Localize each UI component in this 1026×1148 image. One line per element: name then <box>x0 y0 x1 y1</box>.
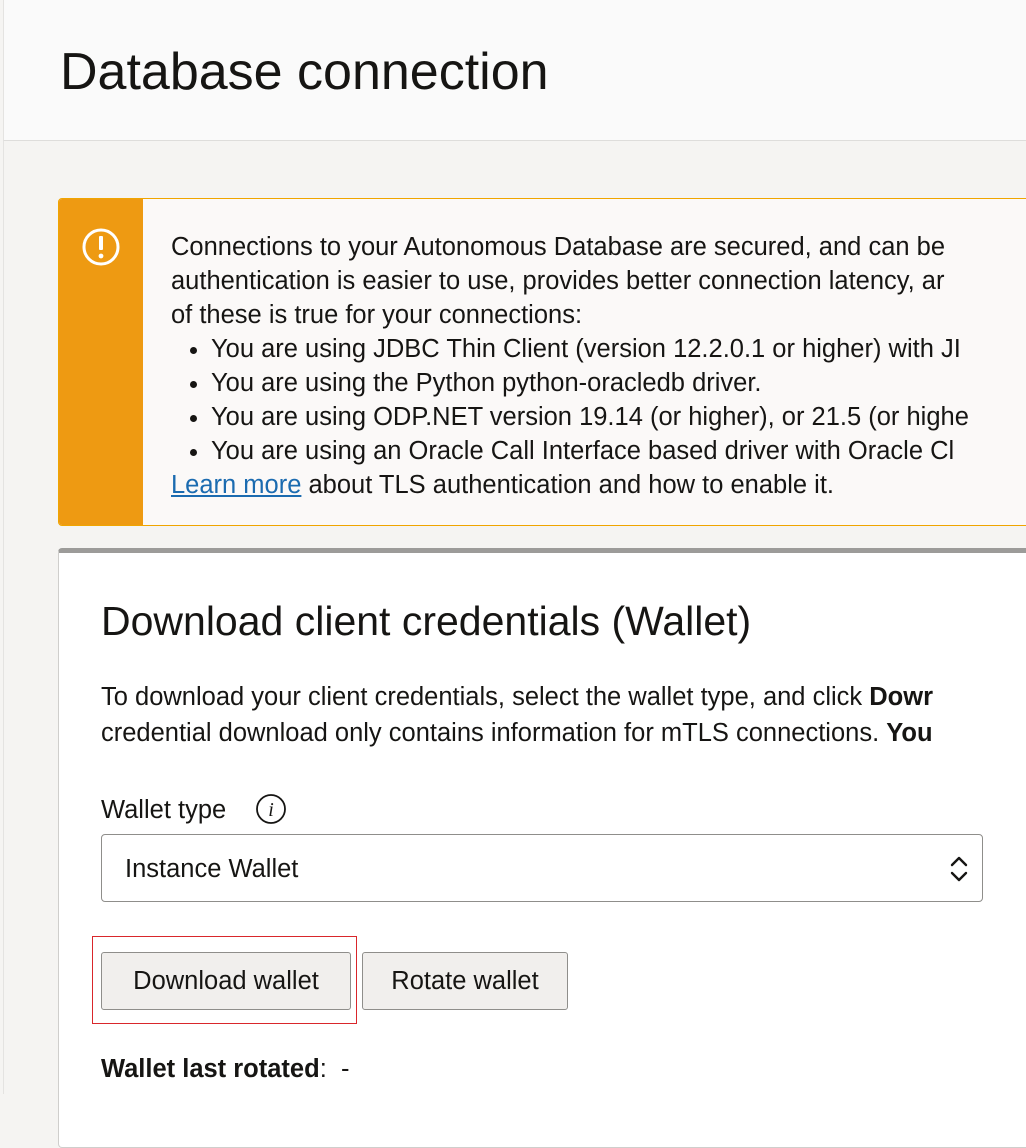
chevron-up-down-icon <box>950 856 968 882</box>
description-text: credential download only contains inform… <box>101 719 887 747</box>
page-header: Database connection <box>3 0 1026 141</box>
rotate-wallet-button[interactable]: Rotate wallet <box>362 952 568 1010</box>
notice-condition-item: You are using ODP.NET version 19.14 (or … <box>211 400 1026 434</box>
info-icon[interactable]: i <box>255 793 287 825</box>
notice-condition-item: You are using the Python python-oracledb… <box>211 366 1026 400</box>
content-left-border <box>3 141 4 1094</box>
wallet-last-rotated-value: - <box>340 1055 350 1083</box>
wallet-type-label: Wallet type <box>101 796 227 824</box>
wallet-last-rotated-separator: : <box>319 1055 327 1083</box>
description-bold-text: Dowr <box>869 683 933 711</box>
warning-icon <box>82 228 120 266</box>
wallet-last-rotated-label: Wallet last rotated <box>101 1055 320 1083</box>
notice-text: Connections to your Autonomous Database … <box>171 230 1026 502</box>
tls-notice: Connections to your Autonomous Database … <box>58 198 1026 526</box>
page-title: Database connection <box>60 43 549 101</box>
wallet-last-rotated: Wallet last rotated: - <box>101 1052 349 1086</box>
panel-description-line-2: credential download only contains inform… <box>101 715 933 751</box>
panel-description: To download your client credentials, sel… <box>101 679 933 751</box>
svg-text:i: i <box>268 799 274 821</box>
notice-conditions-list: You are using JDBC Thin Client (version … <box>171 332 1026 468</box>
panel-title: Download client credentials (Wallet) <box>101 598 752 644</box>
notice-footer-text: about TLS authentication and how to enab… <box>301 471 834 499</box>
wallet-type-selected-value: Instance Wallet <box>125 855 299 883</box>
notice-intro-line-2: authentication is easier to use, provide… <box>171 267 945 295</box>
learn-more-link[interactable]: Learn more <box>171 471 301 499</box>
notice-footer-line: Learn more about TLS authentication and … <box>171 468 1026 502</box>
notice-intro-line-1: Connections to your Autonomous Database … <box>171 233 946 261</box>
client-credentials-panel: Download client credentials (Wallet) To … <box>58 548 1026 1148</box>
panel-description-line-1: To download your client credentials, sel… <box>101 679 933 715</box>
notice-condition-item: You are using an Oracle Call Interface b… <box>211 434 1026 468</box>
notice-accent-bar <box>59 199 143 525</box>
wallet-type-select[interactable]: Instance Wallet <box>101 834 983 902</box>
description-bold-text: You <box>886 719 933 747</box>
download-wallet-button[interactable]: Download wallet <box>101 952 351 1010</box>
description-text: To download your client credentials, sel… <box>101 683 870 711</box>
notice-condition-item: You are using JDBC Thin Client (version … <box>211 332 1026 366</box>
notice-intro-line-3: of these is true for your connections: <box>171 301 583 329</box>
